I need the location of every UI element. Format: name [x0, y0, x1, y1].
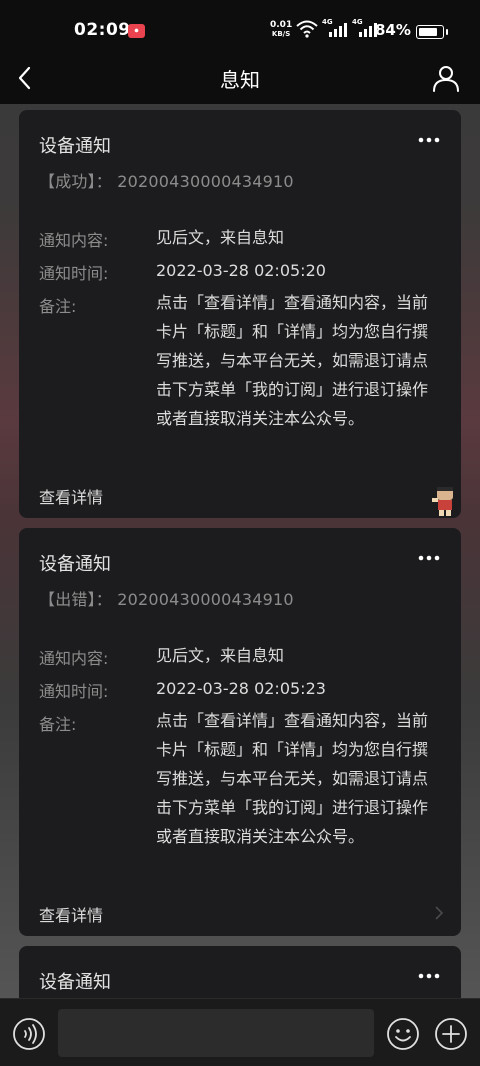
card-title: 设备通知 [39, 136, 111, 157]
time-value: 2022-03-28 02:05:20 [156, 261, 326, 280]
card-status: 【出错】： 20200430000434910 [39, 590, 294, 609]
battery-percent: 84% [375, 21, 411, 39]
user-icon[interactable] [432, 64, 460, 92]
status-icons: 4G 4G [296, 18, 380, 38]
signal-icon-1: 4G [322, 18, 350, 38]
view-details-label: 查看详情 [39, 906, 104, 925]
battery-icon [416, 25, 448, 39]
view-details-link[interactable]: 查看详情 [19, 470, 461, 518]
remark-label: 备注: [39, 297, 77, 316]
wifi-icon [296, 20, 318, 38]
remark-value: 点击「查看详情」查看通知内容，当前卡片「标题」和「详情」均为您自行撰写推送，与本… [156, 711, 429, 846]
content-value: 见后文，来自息知 [156, 228, 285, 247]
more-dots-icon[interactable] [417, 134, 441, 146]
network-speed-unit: KB/S [271, 30, 291, 38]
page-title: 息知 [220, 68, 260, 92]
content-label: 通知内容: [39, 649, 109, 668]
view-details-link[interactable]: 查看详情 [19, 888, 461, 936]
network-speed-value: 0.01 [270, 20, 293, 30]
content-label: 通知内容: [39, 231, 109, 250]
time-label: 通知时间: [39, 264, 109, 283]
notification-card[interactable]: 设备通知 【成功】： 20200430000434910 通知内容: 见后文，来… [19, 110, 461, 518]
voice-icon[interactable] [12, 1017, 46, 1051]
network-speed: 0.01 KB/S [270, 21, 292, 39]
chat-screen: 02:09 ⏺ 0.01 KB/S 4G 4G 84% 息知 设备通知 【成功】… [0, 0, 480, 1066]
plus-icon[interactable] [434, 1017, 468, 1051]
more-dots-icon[interactable] [417, 552, 441, 564]
chevron-right-icon [435, 906, 444, 920]
remark-label: 备注: [39, 715, 77, 734]
status-time: 02:09 [74, 20, 131, 40]
time-label: 通知时间: [39, 682, 109, 701]
notification-card[interactable]: 设备通知 【出错】： 20200430000434910 通知内容: 见后文，来… [19, 528, 461, 936]
content-value: 见后文，来自息知 [156, 646, 285, 665]
nav-bar: 息知 [0, 52, 480, 104]
message-input[interactable] [58, 1009, 374, 1057]
input-bar [0, 998, 480, 1066]
screen-record-icon: ⏺ [128, 24, 145, 38]
time-value: 2022-03-28 02:05:23 [156, 679, 326, 698]
more-dots-icon[interactable] [417, 970, 441, 982]
card-title: 设备通知 [39, 972, 111, 993]
cartoon-sticker-icon [432, 487, 453, 516]
card-status: 【成功】： 20200430000434910 [39, 172, 294, 191]
card-title: 设备通知 [39, 554, 111, 575]
view-details-label: 查看详情 [39, 488, 104, 507]
emoji-icon[interactable] [386, 1017, 420, 1051]
remark-value: 点击「查看详情」查看通知内容，当前卡片「标题」和「详情」均为您自行撰写推送，与本… [156, 293, 429, 428]
